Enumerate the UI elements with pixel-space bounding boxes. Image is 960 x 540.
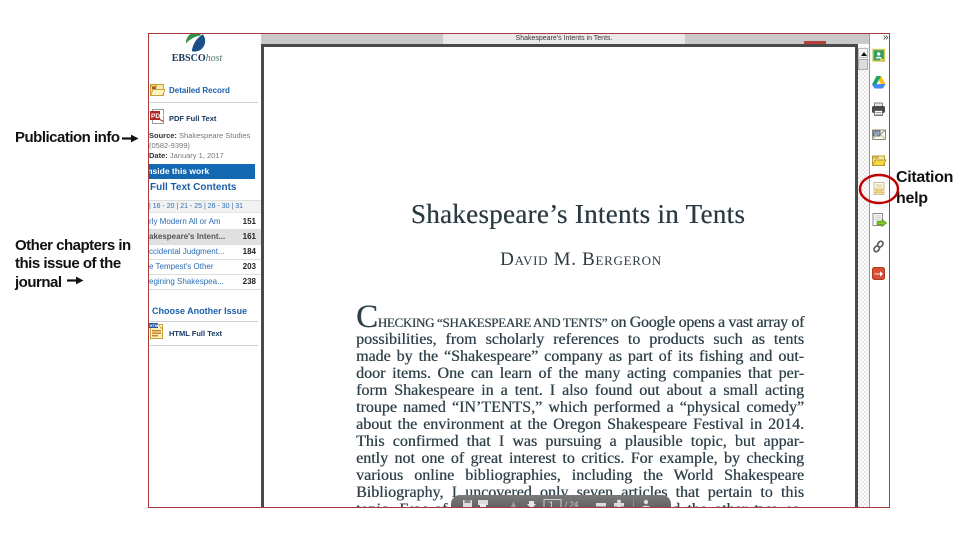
svg-text:PDF: PDF: [151, 113, 164, 120]
svg-text:HTML: HTML: [150, 323, 162, 328]
svg-text:1: 1: [549, 501, 554, 509]
svg-text:/ 24: / 24: [565, 501, 579, 509]
